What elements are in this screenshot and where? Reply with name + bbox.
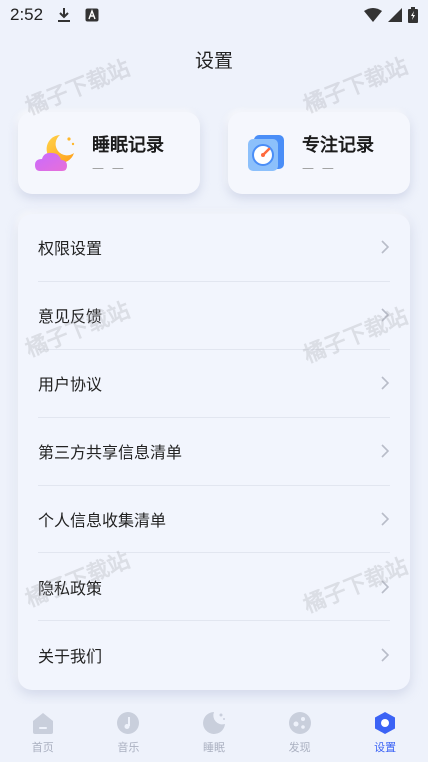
menu-item-label: 意见反馈 <box>38 307 103 327</box>
chevron-right-icon <box>381 648 390 662</box>
chevron-right-icon <box>381 308 390 322</box>
focus-record-title: 专注记录 <box>302 135 374 156</box>
tab-music[interactable]: 音乐 <box>86 704 172 762</box>
status-time: 2:52 <box>10 5 44 24</box>
chevron-right-icon <box>381 240 390 255</box>
menu-item-privacy-policy[interactable]: 隐私政策 <box>38 553 390 622</box>
tab-settings[interactable]: 设置 <box>342 704 428 762</box>
tab-sleep[interactable]: 睡眠 <box>171 704 257 762</box>
chevron-right-icon <box>381 444 390 458</box>
tab-label: 睡眠 <box>202 741 225 754</box>
menu-item-label: 用户协议 <box>38 375 103 395</box>
settings-icon <box>375 712 396 734</box>
tab-discover[interactable]: 发现 <box>257 704 343 762</box>
battery-icon <box>408 7 418 23</box>
sleep-record-card[interactable]: 睡眠记录 — — <box>18 112 200 194</box>
moon-cloud-icon <box>35 135 75 171</box>
focus-clock-icon <box>248 135 284 171</box>
menu-item-label: 隐私政策 <box>38 578 103 598</box>
tab-label: 音乐 <box>117 741 140 754</box>
tab-label: 首页 <box>31 741 54 754</box>
menu-item-label: 关于我们 <box>38 647 103 667</box>
menu-item-label: 权限设置 <box>38 239 103 259</box>
menu-item-about-us[interactable]: 关于我们 <box>38 621 390 689</box>
menu-item-user-agreement[interactable]: 用户协议 <box>38 350 390 418</box>
menu-item-label: 个人信息收集清单 <box>38 511 167 530</box>
bottom-tab-bar: 首页 音乐 睡眠 发现 设置 <box>0 704 428 762</box>
menu-item-feedback[interactable]: 意见反馈 <box>38 282 390 350</box>
download-icon <box>58 8 71 22</box>
tab-home[interactable]: 首页 <box>0 704 86 762</box>
sleep-record-title: 睡眠记录 <box>92 135 164 156</box>
font-icon <box>85 8 99 22</box>
menu-item-permissions[interactable]: 权限设置 <box>38 214 390 282</box>
sleep-record-value: — — <box>92 161 126 175</box>
moon-icon <box>203 712 225 734</box>
settings-menu: 权限设置 意见反馈 用户协议 第三方共享信息清单 个人信息收集清单 隐私政策 关… <box>18 214 410 690</box>
chevron-right-icon <box>381 376 390 390</box>
music-icon <box>117 712 140 734</box>
menu-item-personal-info[interactable]: 个人信息收集清单 <box>38 486 390 554</box>
home-icon <box>32 713 53 734</box>
focus-record-value: — — <box>302 161 336 175</box>
chevron-right-icon <box>381 512 390 526</box>
tab-label: 发现 <box>288 741 311 754</box>
menu-item-third-party-sharing[interactable]: 第三方共享信息清单 <box>38 418 390 486</box>
menu-item-label: 第三方共享信息清单 <box>38 443 183 463</box>
wifi-icon <box>364 8 382 22</box>
tab-label: 设置 <box>374 741 397 754</box>
signal-icon <box>388 8 402 22</box>
discover-icon <box>288 712 311 734</box>
chevron-right-icon <box>381 580 390 594</box>
status-bar: 2:52 <box>0 0 428 30</box>
focus-record-card[interactable]: 专注记录 — — <box>228 112 410 194</box>
page-title: 设置 <box>194 50 233 72</box>
